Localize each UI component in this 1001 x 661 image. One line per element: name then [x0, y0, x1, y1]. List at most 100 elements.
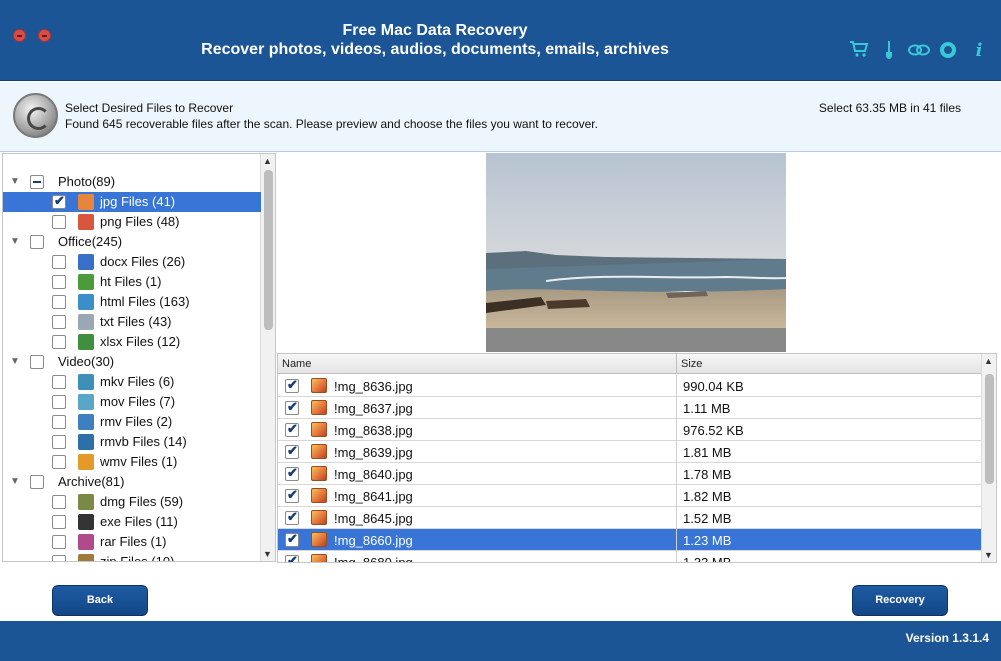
brush-icon[interactable] — [878, 40, 900, 62]
scroll-down-icon[interactable]: ▼ — [263, 549, 272, 559]
tree-item-row[interactable]: docx Files (26) — [3, 252, 261, 272]
tree-item-row[interactable]: mov Files (7) — [3, 392, 261, 412]
column-divider — [676, 441, 677, 463]
file-type-tree[interactable]: ▲ ▼ ▼ Photo(89) jpg Files (41) png Files (4… — [2, 153, 276, 562]
tree-item-row[interactable]: ht Files (1) — [3, 272, 261, 292]
item-checkbox[interactable] — [52, 375, 66, 389]
expand-triangle-icon[interactable]: ▼ — [10, 176, 20, 187]
item-checkbox[interactable] — [52, 295, 66, 309]
table-row[interactable]: !mg_8639.jpg 1.81 MB — [278, 441, 981, 463]
table-scroll-down-icon[interactable]: ▼ — [984, 550, 993, 560]
table-scroll-up-icon[interactable]: ▲ — [984, 356, 993, 366]
tree-item-row[interactable]: xlsx Files (12) — [3, 332, 261, 352]
row-checkbox[interactable] — [285, 465, 299, 481]
mkv-icon — [78, 374, 94, 390]
tree-item-row[interactable]: png Files (48) — [3, 212, 261, 232]
item-checkbox[interactable] — [52, 395, 66, 409]
column-divider — [676, 397, 677, 419]
tree-scrollbar[interactable]: ▲ ▼ — [260, 154, 275, 561]
tree-item-row[interactable]: rmvb Files (14) — [3, 432, 261, 452]
item-checkbox[interactable] — [52, 215, 66, 229]
row-checkbox[interactable] — [285, 443, 299, 459]
row-checkbox[interactable] — [285, 509, 299, 525]
group-checkbox[interactable] — [30, 175, 44, 189]
item-checkbox[interactable] — [52, 555, 66, 561]
tree-item-row[interactable]: html Files (163) — [3, 292, 261, 312]
cart-icon[interactable] — [848, 40, 870, 62]
tree-item-row[interactable]: rar Files (1) — [3, 532, 261, 552]
tree-item-label: txt Files (43) — [100, 314, 172, 329]
column-header-name[interactable]: Name — [278, 354, 677, 374]
app-subtitle: Recover photos, videos, audios, document… — [201, 41, 669, 58]
expand-triangle-icon[interactable]: ▼ — [10, 476, 20, 487]
column-divider — [676, 375, 677, 397]
tree-group-row[interactable]: ▼ Video(30) — [3, 352, 261, 372]
table-row[interactable]: !mg_8660.jpg 1.23 MB — [278, 529, 981, 551]
table-scroll-thumb[interactable] — [985, 374, 994, 484]
table-row[interactable]: !mg_8640.jpg 1.78 MB — [278, 463, 981, 485]
tree-item-row[interactable]: zip Files (10) — [3, 552, 261, 561]
tree-item-row[interactable]: dmg Files (59) — [3, 492, 261, 512]
table-row[interactable]: !mg_8645.jpg 1.52 MB — [278, 507, 981, 529]
item-checkbox[interactable] — [52, 193, 66, 209]
table-row[interactable]: !mg_8636.jpg 990.04 KB — [278, 375, 981, 397]
expand-triangle-icon[interactable]: ▼ — [10, 356, 20, 367]
item-checkbox[interactable] — [52, 315, 66, 329]
table-row[interactable]: !mg_8638.jpg 976.52 KB — [278, 419, 981, 441]
item-checkbox[interactable] — [52, 515, 66, 529]
row-checkbox[interactable] — [285, 531, 299, 547]
item-checkbox[interactable] — [52, 275, 66, 289]
file-name-cell: !mg_8660.jpg — [334, 533, 413, 548]
recovery-logo-icon — [13, 93, 58, 138]
tree-item-row[interactable]: jpg Files (41) — [3, 192, 261, 212]
tree-group-row[interactable]: ▼ Photo(89) — [3, 172, 261, 192]
item-checkbox[interactable] — [52, 495, 66, 509]
column-header-size[interactable]: Size — [677, 354, 982, 374]
row-checkbox[interactable] — [285, 487, 299, 503]
xlsx-icon — [78, 334, 94, 350]
item-checkbox[interactable] — [52, 255, 66, 269]
back-button[interactable]: Back — [52, 585, 148, 616]
file-name-cell: !mg_8645.jpg — [334, 511, 413, 526]
tree-item-row[interactable]: rmv Files (2) — [3, 412, 261, 432]
file-name-cell: !mg_8640.jpg — [334, 467, 413, 482]
tree-group-row[interactable]: ▼ Office(245) — [3, 232, 261, 252]
group-checkbox[interactable] — [30, 235, 44, 249]
tree-item-label: rmv Files (2) — [100, 414, 173, 429]
support-icon[interactable] — [937, 40, 959, 62]
tree-item-row[interactable]: mkv Files (6) — [3, 372, 261, 392]
tree-group-row[interactable]: ▼ Archive(81) — [3, 472, 261, 492]
item-checkbox[interactable] — [52, 435, 66, 449]
table-row[interactable]: !mg_8680.jpg 1.33 MB — [278, 551, 981, 562]
file-list-table[interactable]: Name Size !mg_8636.jpg 990.04 KB !mg_8637.… — [277, 353, 997, 563]
recovery-button[interactable]: Recovery — [852, 585, 948, 616]
tree-item-row[interactable]: exe Files (11) — [3, 512, 261, 532]
row-checkbox[interactable] — [285, 399, 299, 415]
item-checkbox[interactable] — [52, 455, 66, 469]
item-checkbox[interactable] — [52, 335, 66, 349]
table-scrollbar[interactable]: ▲ ▼ — [981, 354, 996, 562]
file-name-cell: !mg_8639.jpg — [334, 445, 413, 460]
item-checkbox[interactable] — [52, 535, 66, 549]
tree-item-row[interactable]: txt Files (43) — [3, 312, 261, 332]
table-row[interactable]: !mg_8641.jpg 1.82 MB — [278, 485, 981, 507]
dmg-icon — [78, 494, 94, 510]
scroll-up-icon[interactable]: ▲ — [263, 156, 272, 166]
expand-triangle-icon[interactable]: ▼ — [10, 236, 20, 247]
link-icon[interactable] — [908, 40, 930, 62]
tree-item-label: jpg Files (41) — [100, 194, 176, 209]
column-divider — [676, 485, 677, 507]
tree-item-label: dmg Files (59) — [100, 494, 184, 509]
tree-scroll-thumb[interactable] — [264, 170, 273, 330]
tree-item-label: png Files (48) — [100, 214, 180, 229]
item-checkbox[interactable] — [52, 415, 66, 429]
tree-item-row[interactable]: wmv Files (1) — [3, 452, 261, 472]
info-icon[interactable]: i — [968, 40, 990, 62]
table-row[interactable]: !mg_8637.jpg 1.11 MB — [278, 397, 981, 419]
row-checkbox[interactable] — [285, 421, 299, 437]
group-checkbox[interactable] — [30, 475, 44, 489]
row-checkbox[interactable] — [285, 377, 299, 393]
group-checkbox[interactable] — [30, 355, 44, 369]
tree-item-label: mov Files (7) — [100, 394, 176, 409]
row-checkbox[interactable] — [285, 553, 299, 562]
